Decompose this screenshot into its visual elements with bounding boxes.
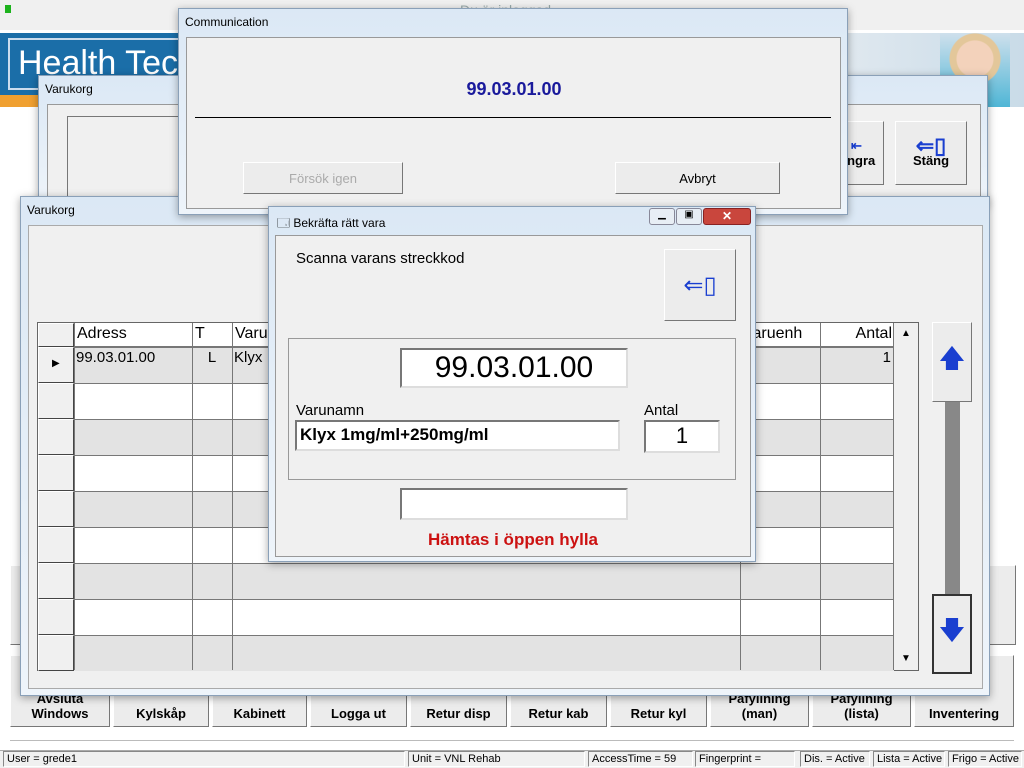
- maximize-button[interactable]: ▣: [676, 208, 702, 225]
- qty-label: Antal: [644, 402, 679, 419]
- arrow-up-icon: 🡅: [938, 343, 966, 373]
- communication-code: 99.03.01.00: [466, 79, 562, 99]
- exit-door-icon: ⇐▯: [915, 133, 947, 158]
- name-field[interactable]: Klyx 1mg/ml+250mg/ml: [295, 420, 620, 451]
- window-title: Varukorg: [45, 82, 93, 96]
- close-x-button[interactable]: ✕: [703, 208, 751, 225]
- dialog-title: Communication: [185, 15, 269, 29]
- table-row[interactable]: [74, 635, 894, 671]
- row-header[interactable]: [38, 455, 74, 491]
- scroll-down-button[interactable]: 🡇: [932, 594, 972, 674]
- status-unit: Unit = VNL Rehab: [408, 751, 585, 767]
- cancel-button[interactable]: Avbryt: [615, 162, 780, 194]
- row-header[interactable]: [38, 599, 74, 635]
- table-row[interactable]: [74, 563, 894, 599]
- undo-icon: ⇤: [851, 138, 862, 153]
- arrow-down-icon: 🡇: [938, 615, 966, 645]
- hidden-button-right[interactable]: [988, 565, 1016, 645]
- status-fingerprint: Fingerprint =: [695, 751, 795, 767]
- row-header[interactable]: [38, 563, 74, 599]
- qty-field[interactable]: 1: [644, 420, 720, 453]
- exit-door-icon: ⇐▯: [683, 271, 717, 299]
- exit-button[interactable]: ⇐▯: [664, 249, 736, 321]
- communication-dialog: Communication 99.03.01.00 Försök igen Av…: [178, 8, 848, 215]
- row-header[interactable]: [38, 527, 74, 563]
- status-lista: Lista = Active: [873, 751, 945, 767]
- row-header[interactable]: ▶: [38, 347, 74, 383]
- grid-scrollbar[interactable]: ▲ ▼: [894, 323, 918, 670]
- status-frigo: Frigo = Active: [948, 751, 1022, 767]
- dialog-title-bar: 🗔 Bekräfta rätt vara: [277, 216, 386, 230]
- divider: [195, 117, 831, 118]
- cell-t: L: [207, 349, 217, 366]
- column-header[interactable]: Antal: [821, 323, 894, 347]
- scroll-up-button[interactable]: 🡅: [932, 322, 972, 402]
- corner-header: [38, 323, 74, 347]
- cell-antal: 1: [882, 349, 891, 366]
- window-title: Varukorg: [27, 203, 75, 217]
- name-label: Varunamn: [296, 402, 365, 419]
- scroll-up-arrow-icon[interactable]: ▲: [894, 323, 918, 345]
- status-user: User = grede1: [3, 751, 405, 767]
- current-row-icon: ▶: [52, 358, 60, 369]
- scroll-down-arrow-icon[interactable]: ▼: [894, 648, 918, 670]
- minimize-button[interactable]: ▁: [649, 208, 675, 225]
- column-header[interactable]: T: [193, 323, 233, 347]
- retry-button[interactable]: Försök igen: [243, 162, 403, 194]
- pickup-message: Hämtas i öppen hylla: [427, 530, 599, 549]
- status-dis: Dis. = Active: [800, 751, 870, 767]
- column-header[interactable]: Adress: [75, 323, 193, 347]
- close-button[interactable]: ⇐▯ Stäng: [895, 121, 967, 185]
- scan-input[interactable]: [400, 488, 628, 520]
- cell-adress: 99.03.01.00: [76, 349, 156, 366]
- confirm-dialog: 🗔 Bekräfta rätt vara ▁ ▣ ✕ Scanna varans…: [268, 206, 756, 562]
- window-icon: 🗔: [277, 216, 291, 230]
- row-header[interactable]: [38, 635, 74, 671]
- status-indicator: [5, 5, 11, 13]
- divider: [10, 740, 1014, 741]
- instruction: Scanna varans streckkod: [296, 250, 465, 267]
- scroll-track[interactable]: [945, 402, 960, 595]
- row-header[interactable]: [38, 383, 74, 419]
- table-row[interactable]: [74, 599, 894, 635]
- status-access: AccessTime = 59: [588, 751, 693, 767]
- row-header[interactable]: [38, 419, 74, 455]
- code-field[interactable]: 99.03.01.00: [400, 348, 628, 388]
- row-header[interactable]: [38, 491, 74, 527]
